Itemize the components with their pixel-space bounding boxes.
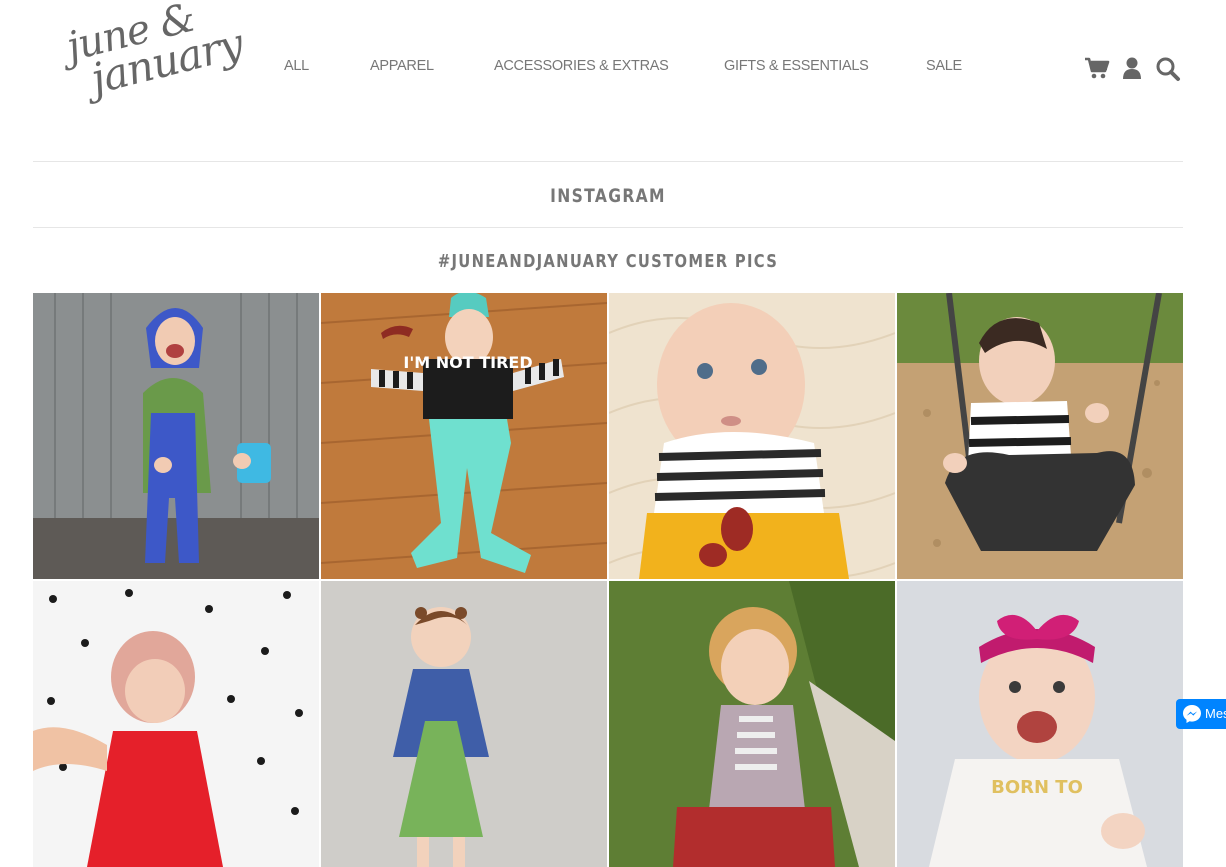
- instagram-photo[interactable]: [897, 293, 1183, 579]
- instagram-grid: I'M NOT TIRED BORN TO: [33, 293, 1183, 867]
- nav-link-accessories[interactable]: ACCESSORIES & EXTRAS: [494, 58, 669, 74]
- divider-bottom: [33, 227, 1183, 228]
- instagram-photo[interactable]: BORN TO: [897, 581, 1183, 867]
- divider-top: [33, 161, 1183, 162]
- search-icon[interactable]: [1155, 56, 1181, 87]
- page-title: INSTAGRAM: [550, 185, 666, 207]
- user-icon[interactable]: [1122, 56, 1142, 85]
- photo-caption: BORN TO: [991, 777, 1083, 798]
- nav-link-apparel[interactable]: APPAREL: [370, 58, 434, 74]
- nav-link-all[interactable]: ALL: [284, 58, 309, 74]
- nav-link-sale[interactable]: SALE: [926, 58, 962, 74]
- messenger-label: Mes: [1205, 706, 1226, 721]
- messenger-button[interactable]: Mes: [1176, 699, 1226, 729]
- messenger-icon: [1182, 704, 1202, 727]
- instagram-photo[interactable]: [609, 581, 895, 867]
- photo-caption: I'M NOT TIRED: [403, 353, 532, 372]
- brand-logo[interactable]: june & january: [58, 0, 247, 120]
- cart-icon[interactable]: [1084, 56, 1110, 85]
- instagram-photo[interactable]: I'M NOT TIRED: [321, 293, 607, 579]
- instagram-photo[interactable]: [609, 293, 895, 579]
- nav-link-gifts[interactable]: GIFTS & ESSENTIALS: [724, 58, 869, 74]
- instagram-photo[interactable]: [33, 293, 319, 579]
- gallery-title: #JUNEANDJANUARY CUSTOMER PICS: [437, 251, 779, 272]
- instagram-photo[interactable]: [33, 581, 319, 867]
- instagram-photo[interactable]: [321, 581, 607, 867]
